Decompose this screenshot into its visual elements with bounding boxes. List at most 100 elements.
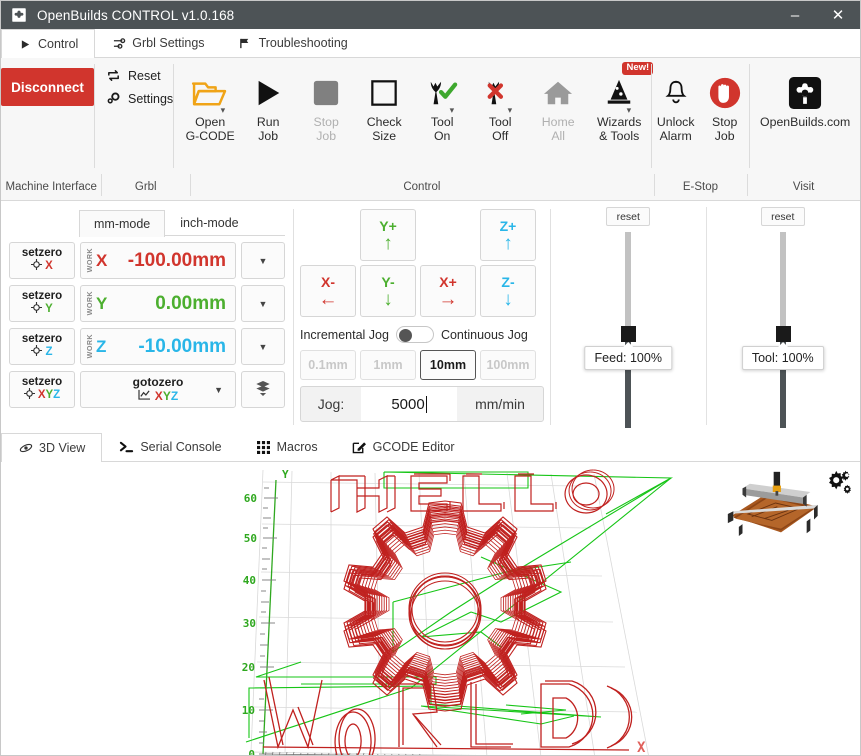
unlock-alarm-button[interactable]: Unlock Alarm [651, 64, 700, 143]
setzero-z-button[interactable]: setzero Z [9, 328, 75, 365]
feed-reset-button[interactable]: reset [606, 207, 651, 226]
setzero-xyz-button[interactable]: setzero XYZ [9, 371, 75, 408]
setzero-y-bottom-label: Y [31, 302, 53, 316]
jog-y-minus-button[interactable]: Y- ↓ [360, 265, 416, 317]
step-100mm-button[interactable]: 100mm [480, 350, 536, 380]
edit-pencil-icon [352, 440, 367, 455]
tab-grbl-settings[interactable]: Grbl Settings [95, 28, 221, 57]
run-job-button[interactable]: Run Job [239, 64, 297, 143]
grid-lines [250, 469, 649, 755]
cnc-machine-thumbnail[interactable] [715, 470, 825, 536]
tool-override-panel: reset Tool: 100% [705, 201, 861, 433]
feed-override-panel: reset Feed: 100% [551, 201, 706, 433]
wizards-tools-button[interactable]: New! ▾ Wizards & Tools [587, 62, 654, 143]
check-size-label: Check Size [366, 115, 402, 143]
work-label-z: WORK [85, 334, 94, 359]
open-folder-icon: ▾ [191, 72, 229, 115]
home-all-button[interactable]: Home All [529, 64, 587, 143]
setzero-y-axis: Y [45, 302, 53, 315]
tab-gcode-editor[interactable]: GCODE Editor [335, 432, 472, 461]
gotozero-label: gotozero [132, 375, 184, 389]
step-1mm-button[interactable]: 1mm [360, 350, 416, 380]
jog-feedrate-value: 5000 [391, 395, 425, 413]
step-10mm-button[interactable]: 10mm [420, 350, 476, 380]
jog-feedrate-input[interactable]: 5000 [361, 387, 457, 421]
inch-mode-tab[interactable]: inch-mode [165, 209, 253, 236]
grbl-reset-button[interactable]: Reset [106, 68, 161, 83]
jog-y-plus-button[interactable]: Y+ ↑ [360, 209, 416, 261]
dro-row-all: setzero XYZ gotozero XYZ ▼ [9, 371, 285, 408]
group-label-grbl: Grbl [101, 174, 190, 200]
crosshair-icon [31, 302, 43, 316]
y-axis-label: Y [282, 468, 289, 481]
group-label-visit: Visit [747, 174, 860, 200]
tool-override-slider[interactable]: Tool: 100% [741, 232, 824, 428]
feed-override-tooltip: Feed: 100% [584, 346, 672, 370]
chevron-down-icon: ▾ [449, 105, 455, 115]
open-gcode-button[interactable]: ▾ Open G-CODE [181, 64, 239, 143]
3d-viewport[interactable]: Y 0 10 20 30 40 50 60 X [1, 462, 860, 755]
dro-axis-letter-y: Y [96, 293, 108, 313]
dro-value-z[interactable]: WORK Z -10.00mm [80, 328, 236, 365]
setzero-z-top-label: setzero [21, 333, 63, 345]
group-label-machine-interface: Machine Interface [5, 181, 97, 193]
jog-mode-toggle[interactable] [395, 326, 434, 343]
gotozero-xyz-button[interactable]: gotozero XYZ ▼ [80, 371, 236, 408]
dro-value-x[interactable]: WORK X -100.00mm [80, 242, 236, 279]
stop-job-button[interactable]: Stop Job [297, 64, 355, 143]
dro-value-y[interactable]: WORK Y 0.00mm [80, 285, 236, 322]
dro-z-dropdown[interactable]: ▼ [241, 328, 285, 365]
mm-mode-tab[interactable]: mm-mode [79, 210, 166, 237]
disconnect-button[interactable]: Disconnect [1, 68, 94, 106]
layers-button[interactable] [241, 371, 285, 408]
openbuilds-logo-icon [10, 6, 28, 24]
tool-on-button[interactable]: ▾ Tool On [413, 64, 471, 143]
crosshair-icon [31, 259, 43, 273]
work-label-x: WORK [85, 248, 94, 273]
crosshair-icon [31, 345, 43, 359]
dro-y-dropdown[interactable]: ▼ [241, 285, 285, 322]
grid-dots-icon [256, 440, 271, 455]
tab-troubleshooting[interactable]: Troubleshooting [222, 28, 365, 57]
check-size-button[interactable]: Check Size [355, 64, 413, 143]
feed-override-slider[interactable]: Feed: 100% [584, 232, 672, 428]
jog-z-minus-button[interactable]: Z- ↓ [480, 265, 536, 317]
tool-off-button[interactable]: ▾ Tool Off [471, 64, 529, 143]
estop-stop-job-button[interactable]: Stop Job [700, 64, 749, 143]
sliders-icon [112, 36, 126, 50]
tab-serial-console[interactable]: Serial Console [102, 432, 238, 461]
feed-slider-thumb[interactable] [621, 326, 637, 342]
stop-hand-icon [708, 72, 742, 114]
gears-settings-icon[interactable] [826, 470, 852, 494]
tab-3d-view[interactable]: 3D View [1, 433, 103, 462]
tool-slider-track-upper [779, 232, 786, 328]
setzero-y-button[interactable]: setzero Y [9, 285, 75, 322]
jog-x-minus-button[interactable]: X- ← [300, 265, 356, 317]
minimize-button[interactable]: – [774, 1, 816, 29]
tool-reset-button[interactable]: reset [760, 207, 805, 226]
application-window: OpenBuilds CONTROL v1.0.168 – ✕ Control … [0, 0, 861, 756]
openbuilds-com-button[interactable]: OpenBuilds.com [749, 64, 861, 130]
setzero-x-button[interactable]: setzero X [9, 242, 75, 279]
dro-x-dropdown[interactable]: ▼ [241, 242, 285, 279]
dro-row-z: setzero Z WORK Z -10.00mm ▼ [9, 328, 285, 365]
svg-text:50: 50 [244, 532, 257, 545]
tab-macros[interactable]: Macros [239, 432, 335, 461]
arrow-down-icon: ↓ [503, 288, 513, 310]
grbl-settings-button[interactable]: Settings [106, 91, 173, 106]
jog-feedrate-unit: mm/min [475, 396, 525, 412]
jog-x-plus-button[interactable]: X+ → [420, 265, 476, 317]
step-0-1mm-button[interactable]: 0.1mm [300, 350, 356, 380]
chart-line-icon [138, 389, 151, 403]
tool-slider-thumb[interactable] [775, 326, 791, 342]
tool-on-icon: ▾ [426, 72, 458, 115]
ribbon-group-machine-interface: Disconnect [1, 58, 94, 174]
tab-control[interactable]: Control [1, 29, 96, 58]
ribbon-group-grbl: Reset Settings [94, 58, 173, 174]
svg-text:30: 30 [243, 617, 256, 630]
close-button[interactable]: ✕ [816, 1, 860, 29]
layers-icon [255, 380, 271, 399]
jog-z-plus-button[interactable]: Z+ ↑ [480, 209, 536, 261]
toggle-knob [398, 328, 412, 342]
dro-row-x: setzero X WORK X -100.00mm ▼ [9, 242, 285, 279]
